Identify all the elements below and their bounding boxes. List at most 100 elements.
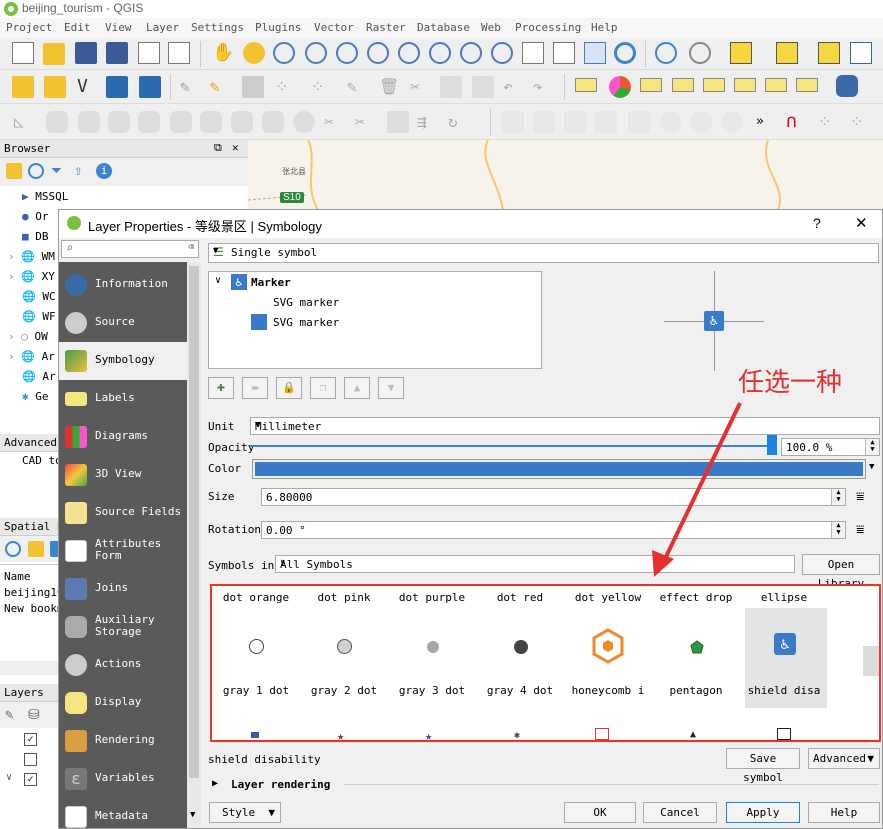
shape-digitize-6-icon[interactable] xyxy=(660,111,682,133)
save-project-icon[interactable] xyxy=(75,42,97,64)
paste-features-icon[interactable] xyxy=(472,76,494,98)
cancel-button[interactable]: Cancel xyxy=(643,802,717,823)
symbol-name[interactable]: gray 3 dot xyxy=(389,684,475,697)
rotate-label-icon[interactable] xyxy=(765,78,787,92)
data-defined-override-icon[interactable]: ⩸ xyxy=(856,489,865,505)
unit-select[interactable]: Millimeter ▼ xyxy=(250,417,880,435)
temporal-controller-icon[interactable] xyxy=(584,42,606,64)
bookmark-row[interactable]: beijing10 xyxy=(4,586,64,599)
sidebar-item-labels[interactable]: Labels xyxy=(59,380,187,418)
spin-arrows-icon[interactable]: ▲ ▼ xyxy=(831,522,845,538)
data-source-manager-icon[interactable] xyxy=(12,76,34,98)
symbol-name[interactable]: ellipse xyxy=(741,591,827,604)
style-manager-icon[interactable]: ✎ xyxy=(5,707,21,723)
rotate-symbols-icon[interactable]: ⇶ xyxy=(417,111,439,133)
menu-web[interactable]: Web xyxy=(481,21,501,34)
layer-checkbox[interactable] xyxy=(24,753,37,766)
add-ring-icon[interactable] xyxy=(46,111,68,133)
menu-plugins[interactable]: Plugins xyxy=(255,21,301,34)
add-selected-layers-icon[interactable] xyxy=(6,163,22,179)
current-edits-icon[interactable]: ✎ xyxy=(180,76,202,98)
bookmark-row[interactable]: New bookm xyxy=(4,602,64,615)
sidebar-item-symbology[interactable]: Symbology xyxy=(59,342,187,380)
add-part-icon[interactable] xyxy=(78,111,100,133)
split-parts-icon[interactable]: ✂ xyxy=(324,111,346,133)
apply-button[interactable]: Apply xyxy=(726,802,800,823)
delete-part-icon[interactable] xyxy=(170,111,192,133)
diagram-toolbar-icon[interactable] xyxy=(609,76,631,98)
new-map-view-icon[interactable] xyxy=(522,42,544,64)
add-raster-icon[interactable] xyxy=(106,76,128,98)
label-toolbar-icon[interactable] xyxy=(575,78,597,92)
identify-icon[interactable] xyxy=(655,42,677,64)
gray-3-dot-icon[interactable] xyxy=(427,641,439,653)
gallery-scrollbar[interactable] xyxy=(863,646,879,676)
merge-attributes-icon[interactable] xyxy=(387,111,409,133)
star-icon[interactable]: ★ xyxy=(425,730,432,742)
pan-icon[interactable]: ✋ xyxy=(212,42,234,64)
simplify-icon[interactable] xyxy=(262,111,284,133)
menu-help[interactable]: Help xyxy=(591,21,618,34)
zoom-to-layer-icon[interactable] xyxy=(429,42,451,64)
sidebar-item-display[interactable]: Display xyxy=(59,684,187,722)
close-icon[interactable]: ✕ xyxy=(855,214,868,232)
style-button[interactable]: Style ▼ xyxy=(209,802,281,823)
menu-view[interactable]: View xyxy=(105,21,132,34)
zoom-next-icon[interactable] xyxy=(491,42,513,64)
shape-digitize-8-icon[interactable] xyxy=(721,111,743,133)
star-icon[interactable]: ★ xyxy=(337,730,344,742)
pentagon-icon[interactable] xyxy=(690,640,704,654)
browser-item-wms[interactable]: › 🌐 WM xyxy=(8,250,55,263)
sidebar-item-diagrams[interactable]: Diagrams xyxy=(59,418,187,456)
expand-arrow-icon[interactable]: ▶ xyxy=(212,778,218,789)
sidebar-item-information[interactable]: Information xyxy=(59,266,187,304)
menu-settings[interactable]: Settings xyxy=(191,21,244,34)
float-icon[interactable]: ⧉ xyxy=(214,141,222,155)
refresh-browser-icon[interactable] xyxy=(28,163,44,179)
browser-item-oracle[interactable]: ● Or xyxy=(22,210,49,223)
symbol-partial-icon[interactable] xyxy=(777,728,791,740)
move-up-button[interactable]: ▲ xyxy=(344,377,370,399)
data-defined-override-icon[interactable]: ⩸ xyxy=(856,522,865,538)
sidebar-item-rendering[interactable]: Rendering xyxy=(59,722,187,760)
advanced-button[interactable]: Advanced ▼ xyxy=(808,748,880,769)
browser-item-db2[interactable]: ■ DB xyxy=(22,230,49,243)
sidebar-item-source-fields[interactable]: Source Fields xyxy=(59,494,187,532)
menu-database[interactable]: Database xyxy=(417,21,470,34)
symbol-name[interactable]: gray 4 dot xyxy=(477,684,563,697)
shape-digitize-4-icon[interactable] xyxy=(595,111,617,133)
cut-features-icon[interactable]: ✂ xyxy=(410,76,432,98)
help-button[interactable]: Help xyxy=(808,802,880,823)
deselect-icon[interactable] xyxy=(818,42,840,64)
sidebar-item-variables[interactable]: ε Variables xyxy=(59,760,187,798)
advanced-digitizing-icon[interactable]: ◺ xyxy=(14,111,36,133)
redo-icon[interactable]: ↷ xyxy=(533,76,555,98)
undo-icon[interactable]: ↶ xyxy=(503,76,525,98)
tree-item-svg-marker[interactable]: SVG marker xyxy=(273,316,339,329)
info-icon[interactable]: i xyxy=(96,163,112,179)
save-as-icon[interactable] xyxy=(106,42,128,64)
symbol-name[interactable]: dot yellow xyxy=(565,591,651,604)
sidebar-search-input[interactable]: ⌕ ⌫ xyxy=(61,240,199,258)
menu-raster[interactable]: Raster xyxy=(366,21,406,34)
more-tools-icon[interactable]: » xyxy=(756,113,778,135)
browser-item-xyz[interactable]: › 🌐 XY xyxy=(8,270,55,283)
zoom-last-icon[interactable] xyxy=(460,42,482,64)
new-project-icon[interactable] xyxy=(12,42,34,64)
symbol-name[interactable]: pentagon xyxy=(653,684,739,697)
symbol-name[interactable]: dot red xyxy=(477,591,563,604)
zoom-in-icon[interactable] xyxy=(273,42,295,64)
modify-attributes-icon[interactable]: ✎ xyxy=(347,76,369,98)
select-features-icon[interactable] xyxy=(730,42,752,64)
move-label-icon[interactable] xyxy=(734,78,756,92)
menu-edit[interactable]: Edit xyxy=(64,21,91,34)
add-group-icon[interactable]: ⛁ xyxy=(28,707,44,723)
color-button[interactable] xyxy=(252,459,866,479)
add-layer-button[interactable]: ✚ xyxy=(208,377,234,399)
spin-arrows-icon[interactable]: ▲ ▼ xyxy=(865,439,879,455)
symbol-name[interactable]: shield disa xyxy=(741,684,827,697)
sidebar-item-actions[interactable]: Actions xyxy=(59,646,187,684)
symbol-partial-icon[interactable] xyxy=(251,732,259,738)
new-layer-icon[interactable] xyxy=(44,76,66,98)
sidebar-item-3d-view[interactable]: 3D View xyxy=(59,456,187,494)
